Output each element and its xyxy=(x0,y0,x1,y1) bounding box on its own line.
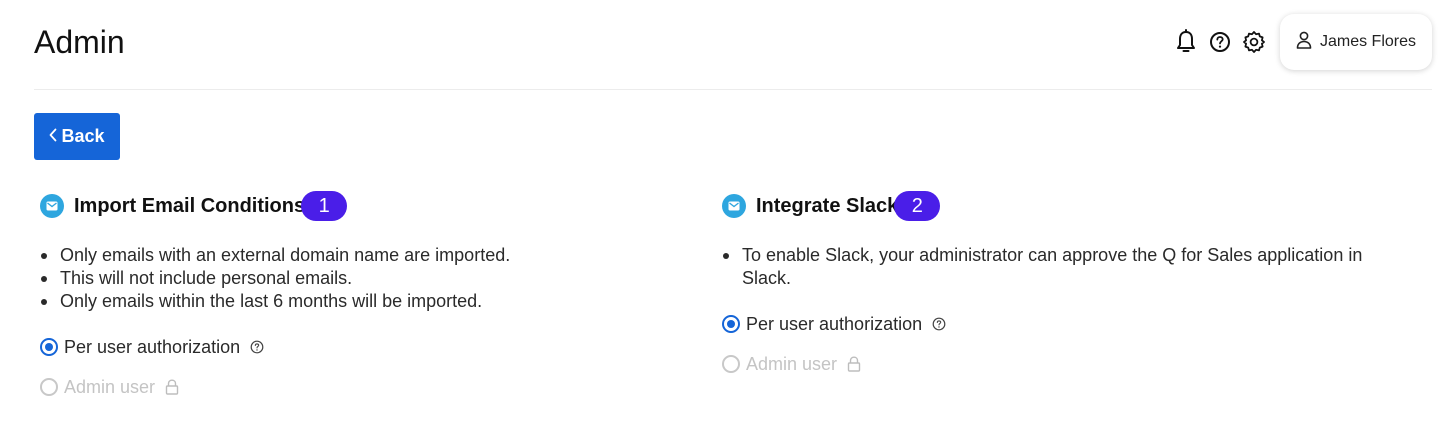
settings-icon[interactable] xyxy=(1242,30,1266,54)
section-title: Integrate Slack xyxy=(756,194,899,217)
radio-button xyxy=(40,378,58,396)
admin-user-option: Admin user xyxy=(722,352,1402,376)
list-item: To enable Slack, your administrator can … xyxy=(722,244,1382,290)
help-icon[interactable] xyxy=(932,317,946,331)
lock-icon xyxy=(847,356,861,372)
mail-icon xyxy=(40,194,64,218)
header-actions: James Flores xyxy=(1174,14,1432,70)
slack-info-list: To enable Slack, your administrator can … xyxy=(722,244,1382,290)
list-item: Only emails with an external domain name… xyxy=(40,244,680,267)
option-label: Per user authorization xyxy=(64,336,241,357)
per-user-authorization-option[interactable]: Per user authorization xyxy=(40,335,680,359)
integrate-slack-section: Integrate Slack 2 To enable Slack, your … xyxy=(722,190,1402,376)
admin-page: Admin James Flores Back Import Email Con… xyxy=(0,0,1446,440)
step-badge: 2 xyxy=(894,191,941,221)
section-header: Import Email Conditions 1 xyxy=(40,190,680,222)
user-menu-button[interactable]: James Flores xyxy=(1279,14,1432,70)
mail-icon xyxy=(722,194,746,218)
help-icon[interactable] xyxy=(250,340,264,354)
list-item: Only emails within the last 6 months wil… xyxy=(40,290,680,313)
import-email-conditions-section: Import Email Conditions 1 Only emails wi… xyxy=(40,190,680,399)
back-button-label: Back xyxy=(61,126,105,146)
lock-icon xyxy=(165,379,179,395)
help-icon[interactable] xyxy=(1208,30,1232,54)
per-user-authorization-option[interactable]: Per user authorization xyxy=(722,312,1402,336)
option-label: Admin user xyxy=(64,376,156,397)
option-label: Admin user xyxy=(746,353,838,374)
section-header: Integrate Slack 2 xyxy=(722,190,1402,222)
option-label: Per user authorization xyxy=(746,313,923,334)
user-icon xyxy=(1296,31,1312,54)
radio-button[interactable] xyxy=(722,315,740,333)
chevron-left-icon xyxy=(49,126,57,147)
user-name: James Flores xyxy=(1319,33,1416,50)
radio-button[interactable] xyxy=(40,338,58,356)
back-button[interactable]: Back xyxy=(34,113,120,160)
radio-button xyxy=(722,355,740,373)
section-title: Import Email Conditions xyxy=(74,194,306,217)
header-divider xyxy=(34,89,1432,90)
admin-user-option: Admin user xyxy=(40,375,680,399)
bell-icon[interactable] xyxy=(1174,29,1198,54)
step-badge: 1 xyxy=(301,191,348,221)
conditions-list: Only emails with an external domain name… xyxy=(40,244,680,313)
list-item: This will not include personal emails. xyxy=(40,267,680,290)
page-title: Admin xyxy=(34,24,125,60)
